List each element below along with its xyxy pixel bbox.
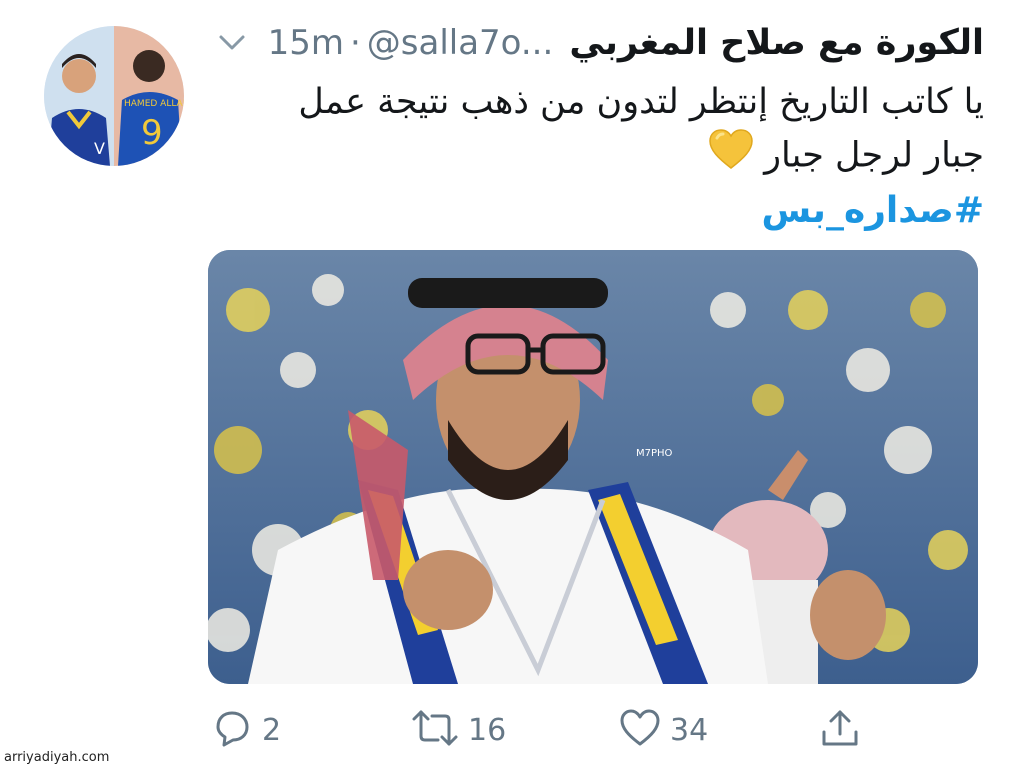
reply-count: 2 <box>262 712 282 748</box>
hashtag-link[interactable]: #صداره_بس <box>214 185 984 237</box>
reply-button[interactable]: 2 <box>210 706 281 754</box>
like-icon <box>618 706 662 754</box>
tweet-text: يا كاتب التاريخ إنتظر لتدون من ذهب نتيجة… <box>214 76 984 237</box>
site-watermark: arriyadiyah.com <box>4 750 110 765</box>
avatar-jersey-text: HAMED ALLAH <box>124 99 184 109</box>
photo-watermark: M7PHO <box>636 448 673 459</box>
avatar[interactable]: V HAMED ALLAH 9 <box>44 26 184 166</box>
tweet-header: الكورة مع صلاح المغربي @salla7o... · 15m <box>200 18 984 68</box>
share-button[interactable] <box>818 706 862 754</box>
user-handle[interactable]: @salla7o... <box>367 23 554 63</box>
chevron-down-icon[interactable] <box>218 29 246 57</box>
tweet-text-line-2-content: جبار لرجل جبار <box>764 135 984 176</box>
tweet-actions: 2 16 34 <box>200 700 900 760</box>
retweet-button[interactable]: 16 <box>410 706 506 754</box>
display-name[interactable]: الكورة مع صلاح المغربي <box>569 23 984 63</box>
retweet-icon <box>410 706 460 754</box>
svg-text:V: V <box>94 139 105 158</box>
photo: M7PHO <box>208 250 978 684</box>
avatar-image: V HAMED ALLAH 9 <box>44 26 184 166</box>
tweet[interactable]: V HAMED ALLAH 9 الكورة مع صلاح المغربي @… <box>0 0 1024 769</box>
share-icon <box>818 706 862 754</box>
retweet-count: 16 <box>468 712 507 748</box>
avatar-jersey-number: 9 <box>141 113 163 153</box>
tweet-media-image[interactable]: M7PHO <box>208 250 978 684</box>
tweet-text-line-1: يا كاتب التاريخ إنتظر لتدون من ذهب نتيجة… <box>298 82 984 122</box>
like-button[interactable]: 34 <box>618 706 708 754</box>
like-count: 34 <box>670 712 709 748</box>
separator-dot: · <box>349 23 361 63</box>
reply-icon <box>210 706 254 754</box>
timestamp[interactable]: 15m <box>268 23 344 63</box>
yellow-heart-emoji-icon <box>708 128 754 185</box>
tweet-text-line-2: جبار لرجل جبار <box>214 128 984 185</box>
